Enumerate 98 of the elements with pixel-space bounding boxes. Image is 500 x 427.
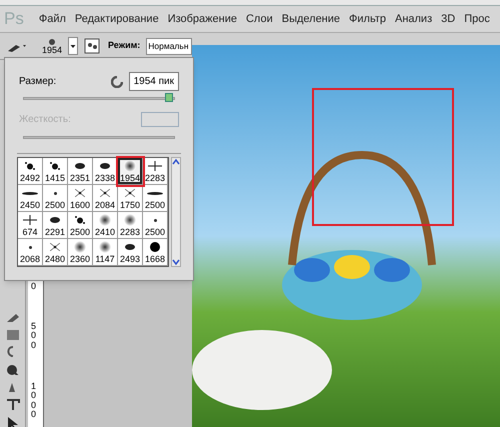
size-label: Размер: bbox=[19, 75, 58, 89]
brush-preset[interactable]: 2283 bbox=[118, 212, 143, 239]
brush-tip-icon bbox=[50, 243, 60, 251]
soft-brush-icon bbox=[48, 38, 56, 46]
brush-preset[interactable]: 1668 bbox=[143, 239, 168, 266]
brush-size-label: 2500 bbox=[44, 201, 66, 210]
brush-tip-icon bbox=[75, 189, 85, 197]
brush-tip-icon bbox=[125, 244, 135, 250]
brush-preset[interactable]: 2500 bbox=[143, 212, 168, 239]
brush-size-label: 1600 bbox=[70, 201, 90, 210]
brush-preset[interactable]: 2084 bbox=[93, 185, 118, 212]
brush-tip-icon bbox=[50, 162, 60, 170]
brush-preset[interactable]: 2492 bbox=[18, 158, 43, 185]
brush-tip-icon bbox=[99, 214, 111, 226]
brush-tip-icon bbox=[154, 218, 156, 222]
brush-size-label: 2068 bbox=[20, 255, 40, 264]
menu-item[interactable]: Анализ bbox=[394, 10, 432, 28]
brush-tip-icon bbox=[28, 246, 32, 248]
brush-preset[interactable]: 2283 bbox=[143, 158, 168, 185]
brush-tip-icon bbox=[147, 192, 163, 194]
brush-tip-icon bbox=[124, 214, 136, 226]
brush-tip-icon bbox=[54, 192, 56, 194]
brush-preset[interactable]: 1750 bbox=[118, 185, 143, 212]
brush-size-label: 1415 bbox=[44, 174, 66, 183]
size-field[interactable]: 1954 пик bbox=[128, 72, 179, 91]
brush-preset[interactable]: 2450 bbox=[18, 185, 43, 212]
brush-preset[interactable]: 2500 bbox=[143, 185, 168, 212]
brush-tip-icon bbox=[150, 242, 160, 252]
brush-preset[interactable]: 674 bbox=[18, 212, 43, 239]
brush-size-label: 1954 bbox=[42, 46, 62, 54]
brush-preset[interactable]: 2480 bbox=[43, 239, 68, 266]
brush-size-label: 2480 bbox=[44, 255, 66, 264]
brush-preset[interactable]: 2410 bbox=[93, 212, 118, 239]
scroll-down-icon[interactable] bbox=[172, 258, 180, 266]
slider-thumb[interactable] bbox=[165, 93, 173, 102]
brush-size-label: 2500 bbox=[144, 228, 166, 237]
brush-preset[interactable]: 2493 bbox=[118, 239, 143, 266]
brush-preset[interactable]: 2500 bbox=[68, 212, 93, 239]
menu-item[interactable]: Слои bbox=[246, 10, 273, 28]
scrollbar[interactable] bbox=[171, 157, 181, 267]
hardness-field bbox=[141, 112, 179, 127]
brush-size-label: 2084 bbox=[94, 201, 116, 210]
brush-size-label: 2500 bbox=[144, 201, 166, 210]
brush-tip-icon bbox=[100, 189, 110, 197]
menu-item[interactable]: Выделение bbox=[282, 10, 340, 28]
ruler-label: 1000 bbox=[30, 382, 37, 420]
brush-size-label: 2351 bbox=[70, 174, 90, 183]
mode-dropdown[interactable]: Нормальн bbox=[146, 38, 192, 54]
brush-preset[interactable]: 1600 bbox=[68, 185, 93, 212]
brush-preset[interactable]: 1147 bbox=[93, 239, 118, 266]
brush-tip-icon bbox=[22, 192, 38, 194]
menu-item[interactable]: 3D bbox=[441, 10, 456, 28]
mode-label: Режим: bbox=[108, 39, 140, 52]
brush-tip-icon bbox=[50, 217, 60, 223]
brush-size-label: 2291 bbox=[44, 228, 66, 237]
brush-tip-icon bbox=[74, 241, 86, 253]
brush-preset[interactable]: 1415 bbox=[43, 158, 68, 185]
brush-size-label: 2360 bbox=[70, 255, 90, 264]
brush-size-label: 2492 bbox=[20, 174, 40, 183]
brush-size-label: 1147 bbox=[95, 255, 115, 264]
brush-size-label: 1750 bbox=[120, 201, 140, 210]
brush-tip-icon bbox=[23, 215, 37, 225]
menu-item[interactable]: Изображение bbox=[168, 10, 237, 28]
menu-item[interactable]: Фильтр bbox=[349, 10, 386, 28]
brush-preset[interactable]: 2360 bbox=[68, 239, 93, 266]
brush-size-label: 2450 bbox=[20, 201, 40, 210]
brush-size-label: 1668 bbox=[144, 255, 166, 264]
brush-tip-icon bbox=[75, 163, 85, 169]
brush-size-label: 2410 bbox=[94, 228, 116, 237]
ruler-label: 0 bbox=[30, 282, 37, 292]
scroll-up-icon[interactable] bbox=[172, 158, 180, 166]
brush-tip-icon bbox=[100, 163, 110, 169]
brush-size-label: 1954 bbox=[120, 174, 140, 183]
brush-size-label: 674 bbox=[22, 228, 38, 237]
brush-preset[interactable]: 1954 bbox=[118, 158, 143, 185]
reset-icon[interactable] bbox=[110, 76, 123, 88]
brush-tip-icon bbox=[99, 241, 111, 253]
brush-preset[interactable]: 2500 bbox=[43, 185, 68, 212]
brush-tip-icon bbox=[148, 161, 162, 171]
brush-size-label: 2500 bbox=[70, 228, 90, 237]
brush-size-label: 2283 bbox=[144, 174, 166, 183]
app-logo: Ps bbox=[4, 8, 24, 30]
brush-preset[interactable]: 2351 bbox=[68, 158, 93, 185]
ruler-label: 500 bbox=[30, 322, 37, 350]
brush-tip-icon bbox=[125, 189, 135, 197]
brush-tip-icon bbox=[124, 160, 136, 172]
brush-tip-icon bbox=[75, 216, 85, 224]
brush-size-label: 2493 bbox=[120, 255, 140, 264]
brush-tip-icon bbox=[25, 162, 35, 170]
brush-preset[interactable]: 2068 bbox=[18, 239, 43, 266]
brush-size-label: 2338 bbox=[94, 174, 116, 183]
brush-panel-icon[interactable] bbox=[84, 38, 100, 54]
brush-preset-picker[interactable]: 1954 bbox=[42, 38, 62, 54]
brush-size-label: 2283 bbox=[120, 228, 140, 237]
menu-item[interactable]: Прос bbox=[464, 10, 490, 28]
brush-preset[interactable]: 2291 bbox=[43, 212, 68, 239]
menu-item[interactable]: Файл bbox=[38, 10, 66, 28]
menu-item[interactable]: Редактирование bbox=[74, 10, 159, 28]
